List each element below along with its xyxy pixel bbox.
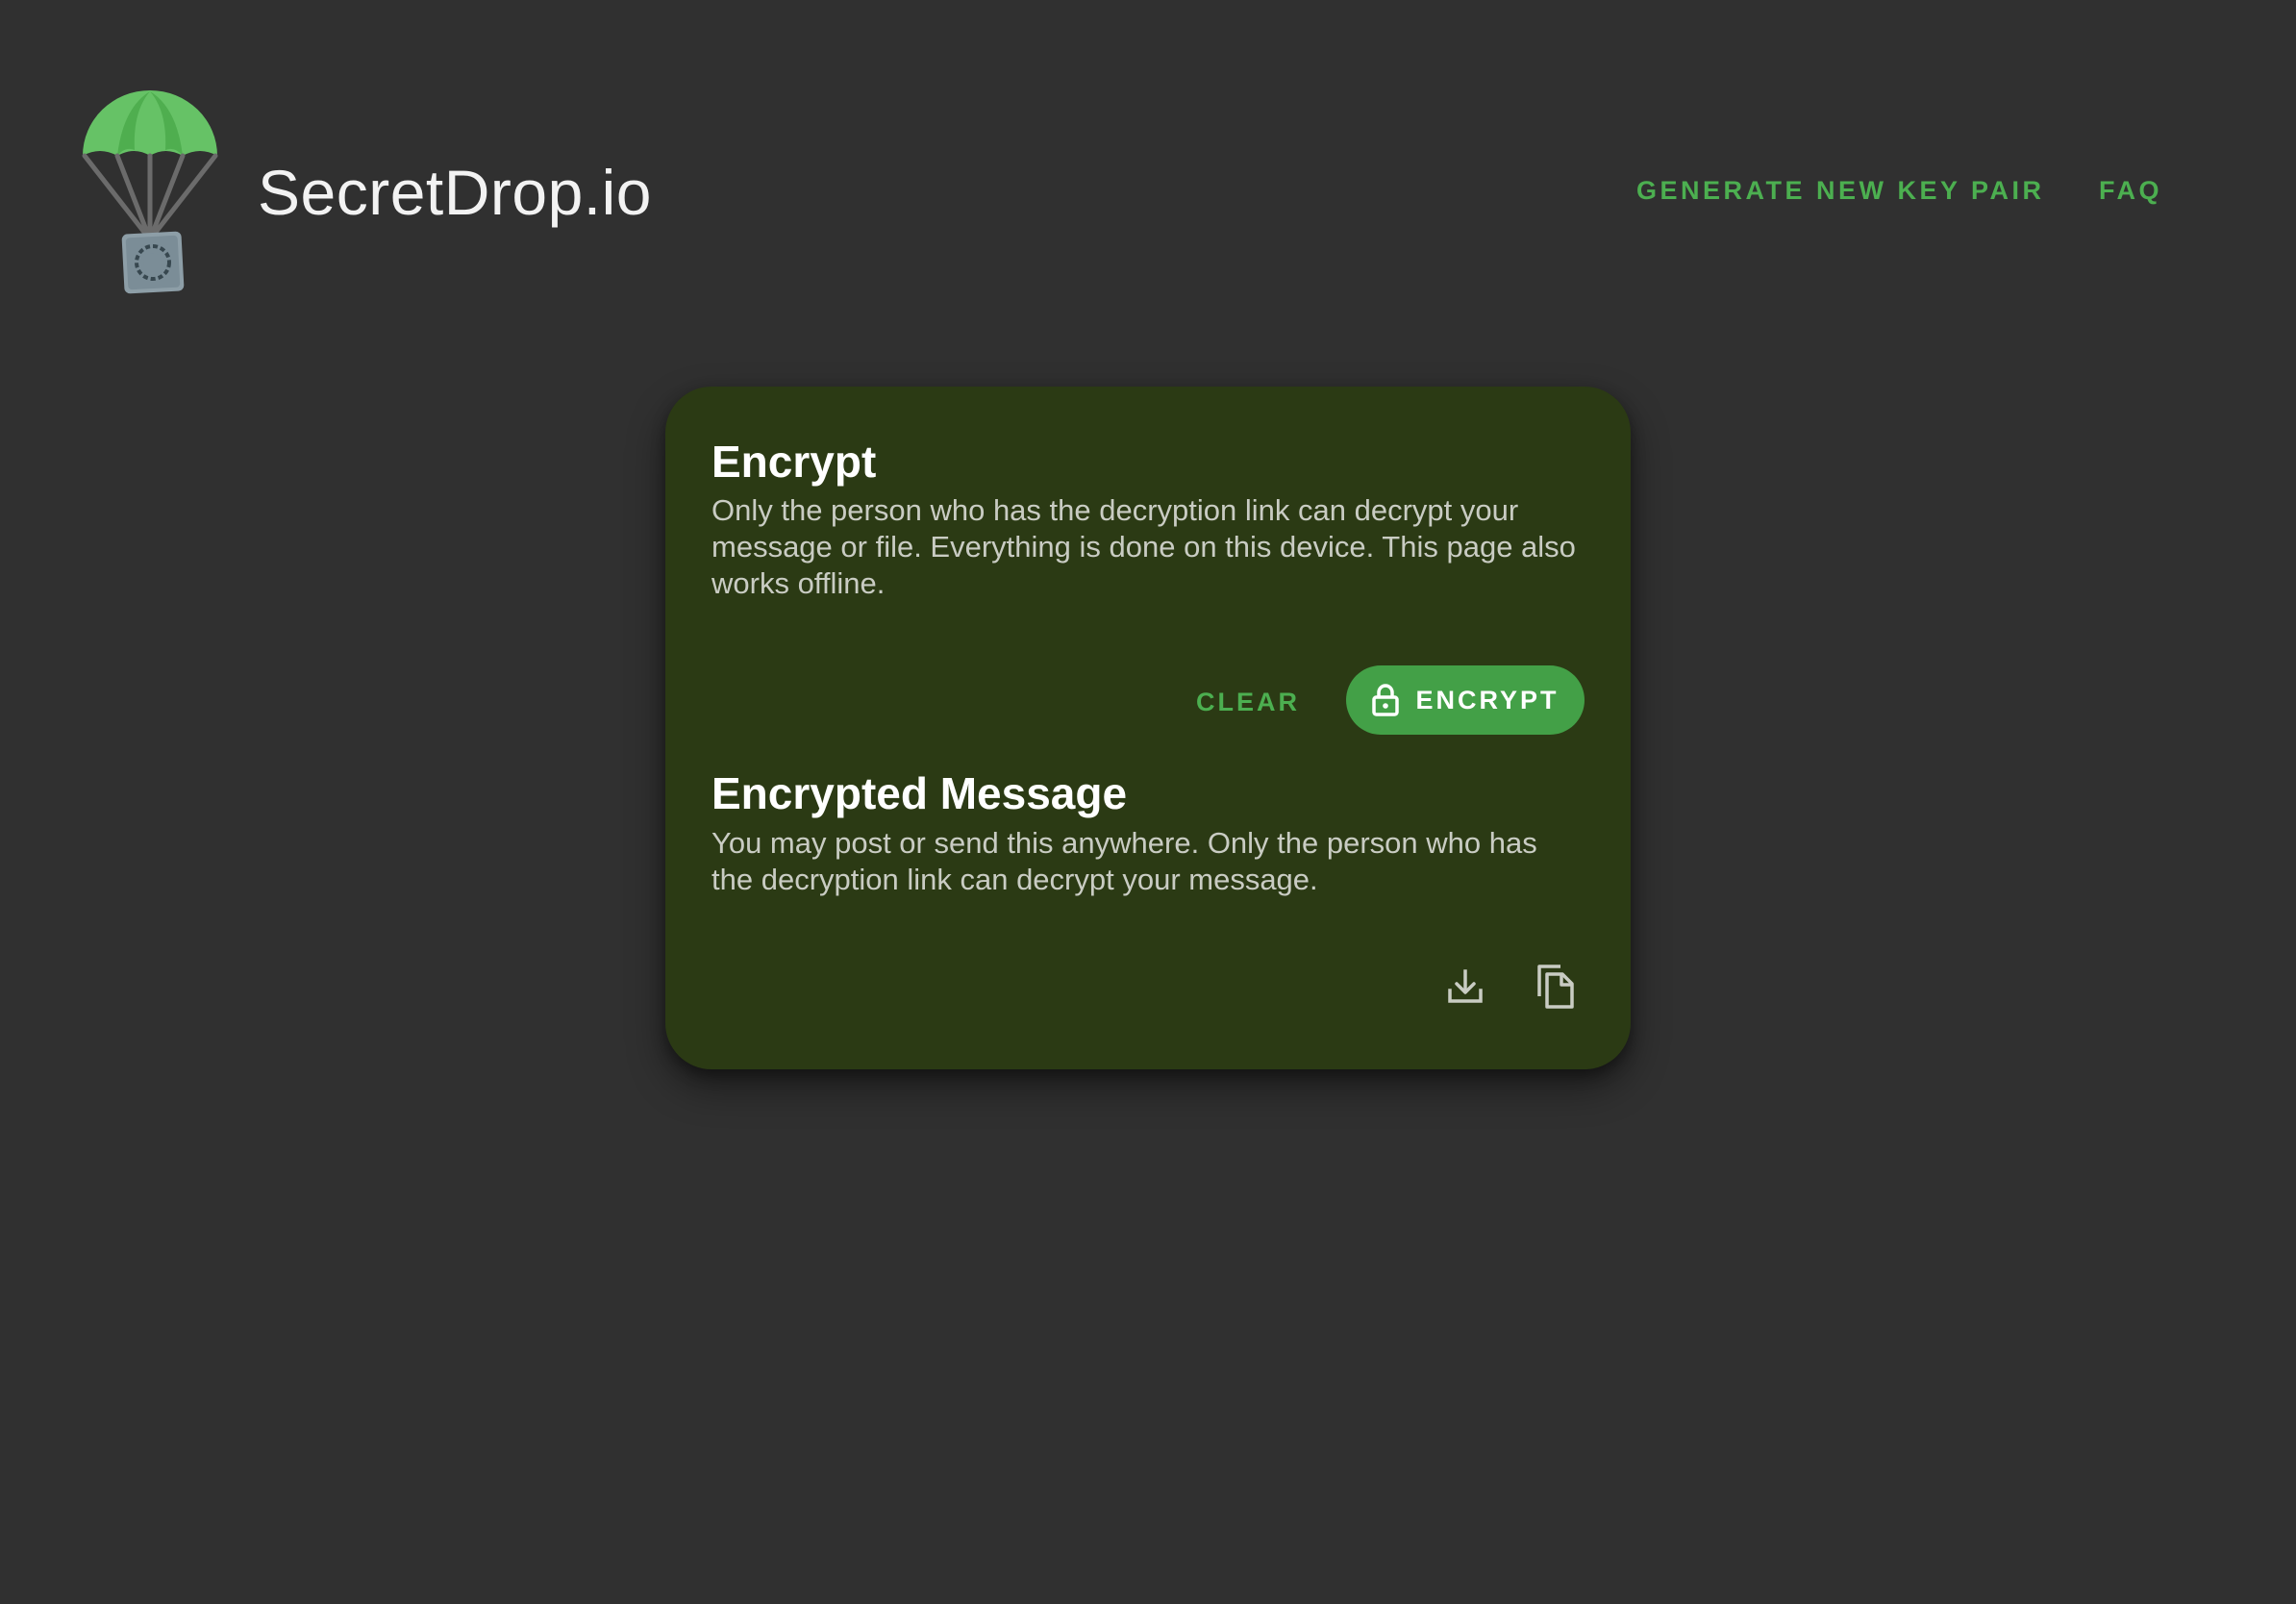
encrypt-button-label: ENCRYPT (1415, 685, 1560, 714)
encrypted-message-title: Encrypted Message (711, 768, 1128, 818)
faq-link[interactable]: FAQ (2099, 173, 2162, 208)
generate-key-pair-link[interactable]: GENERATE NEW KEY PAIR (1636, 173, 2045, 208)
encrypted-message-description: You may post or send this anywhere. Only… (711, 826, 1537, 896)
encrypt-title: Encrypt (711, 437, 877, 487)
lock-icon (1371, 684, 1400, 716)
download-icon[interactable] (1438, 960, 1492, 1014)
encrypt-description: Only the person who has the decryption l… (711, 493, 1576, 600)
page: SecretDrop.io GENERATE NEW KEY PAIR FAQ … (0, 0, 2296, 1604)
clear-button[interactable]: CLEAR (1181, 667, 1315, 737)
encrypt-card: Encrypt Only the person who has the decr… (665, 387, 1631, 1069)
copy-icon[interactable] (1529, 960, 1583, 1014)
parachute-safe-icon[interactable] (79, 88, 221, 300)
encrypt-button[interactable]: ENCRYPT (1346, 665, 1585, 735)
brand-title[interactable]: SecretDrop.io (258, 154, 652, 231)
